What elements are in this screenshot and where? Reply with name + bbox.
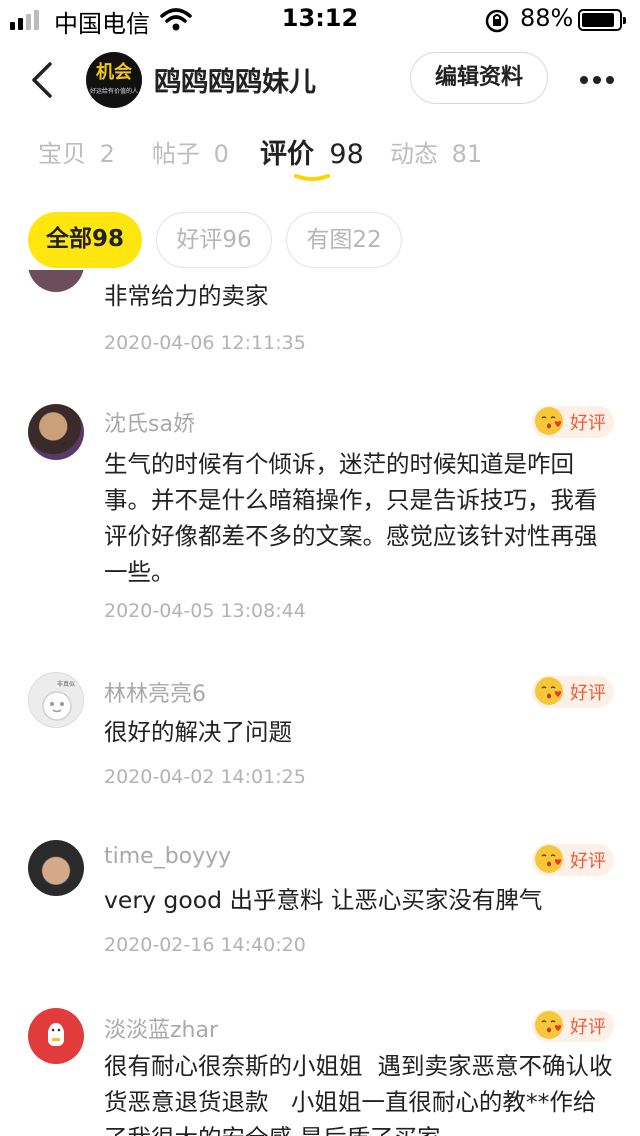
- reviewer-avatar[interactable]: [28, 840, 84, 896]
- review-text: 生气的时候有个倾诉，迷茫的时候知道是咋回事。并不是什么暗箱操作，只是告诉技巧，我…: [104, 450, 598, 586]
- battery-percent: 88%: [520, 4, 574, 32]
- active-tab-indicator: [294, 174, 330, 181]
- avatar-caption: 非真似: [57, 681, 76, 688]
- tab-items-count: 2: [99, 140, 115, 168]
- tab-items[interactable]: 宝贝 2: [38, 134, 115, 169]
- battery-icon: [578, 9, 626, 31]
- tab-reviews[interactable]: 评价 98: [260, 132, 364, 171]
- review-date: 2020-04-02 14:01:25: [104, 766, 306, 788]
- orientation-lock-icon: [485, 9, 509, 33]
- reviewer-name[interactable]: 林林亮亮6: [104, 676, 206, 708]
- avatar-logo-text: 机会: [96, 62, 132, 83]
- reviewer-avatar[interactable]: 非真似: [28, 672, 84, 728]
- tab-reviews-count: 98: [329, 139, 364, 170]
- back-arrow-icon[interactable]: [28, 62, 58, 98]
- kiss-face-icon: [535, 1011, 563, 1039]
- badge-label: 好评: [570, 851, 606, 872]
- filter-positive[interactable]: 好评96: [156, 212, 272, 268]
- tab-posts[interactable]: 帖子 0: [152, 134, 229, 169]
- edit-profile-button[interactable]: 编辑资料: [410, 52, 548, 104]
- review-text: 很好的解决了问题: [104, 718, 292, 746]
- shop-name: 鸥鸥鸥鸥妹儿: [154, 67, 316, 98]
- reviewer-avatar[interactable]: [28, 270, 84, 292]
- review-list[interactable]: 非常给力的卖家 2020-04-06 12:11:35 沈氏sa娇 好评 生气的…: [0, 270, 640, 1136]
- reviewer-name[interactable]: 沈氏sa娇: [104, 406, 195, 438]
- avatar-logo-subtext: 好运给有价值的人: [89, 88, 138, 95]
- kiss-face-icon: [535, 845, 563, 873]
- filter-with-photos[interactable]: 有图22: [286, 212, 402, 268]
- tab-posts-count: 0: [213, 140, 229, 168]
- tab-items-label: 宝贝: [38, 140, 86, 168]
- positive-review-badge: 好评: [532, 406, 614, 438]
- tab-activity-label: 动态: [390, 140, 438, 168]
- review-date: 2020-04-06 12:11:35: [104, 332, 306, 354]
- review-date: 2020-02-16 14:40:20: [104, 934, 306, 956]
- badge-label: 好评: [570, 1017, 606, 1038]
- reviewer-avatar[interactable]: [28, 1008, 84, 1064]
- positive-review-badge: 好评: [532, 676, 614, 708]
- tab-activity[interactable]: 动态 81: [390, 134, 482, 169]
- tab-reviews-label: 评价: [260, 139, 314, 170]
- more-dots-icon[interactable]: [572, 64, 622, 94]
- tab-posts-label: 帖子: [152, 140, 200, 168]
- tab-activity-count: 81: [451, 140, 483, 168]
- reviewer-name[interactable]: time_boyyy: [104, 844, 231, 869]
- badge-label: 好评: [570, 683, 606, 704]
- kiss-face-icon: [535, 407, 563, 435]
- positive-review-badge: 好评: [532, 844, 614, 876]
- status-bar: 中国电信 13:12 88%: [0, 0, 640, 40]
- shop-avatar[interactable]: 机会 好运给有价值的人: [86, 52, 142, 108]
- kiss-face-icon: [535, 677, 563, 705]
- reviewer-name[interactable]: 淡淡蓝zhar: [104, 1012, 218, 1044]
- review-text: 很有耐心很奈斯的小姐姐 遇到卖家恶意不确认收货恶意退货退款 小姐姐一直很耐心的教…: [104, 1052, 613, 1136]
- positive-review-badge: 好评: [532, 1010, 614, 1042]
- review-text: 非常给力的卖家: [104, 282, 269, 310]
- review-date: 2020-04-05 13:08:44: [104, 600, 306, 622]
- reviewer-avatar[interactable]: [28, 404, 84, 460]
- review-text: very good 出乎意料 让恶心买家没有脾气: [104, 886, 543, 914]
- lucky-cat-icon: [48, 1023, 64, 1046]
- badge-label: 好评: [570, 413, 606, 434]
- filter-all[interactable]: 全部98: [28, 212, 142, 268]
